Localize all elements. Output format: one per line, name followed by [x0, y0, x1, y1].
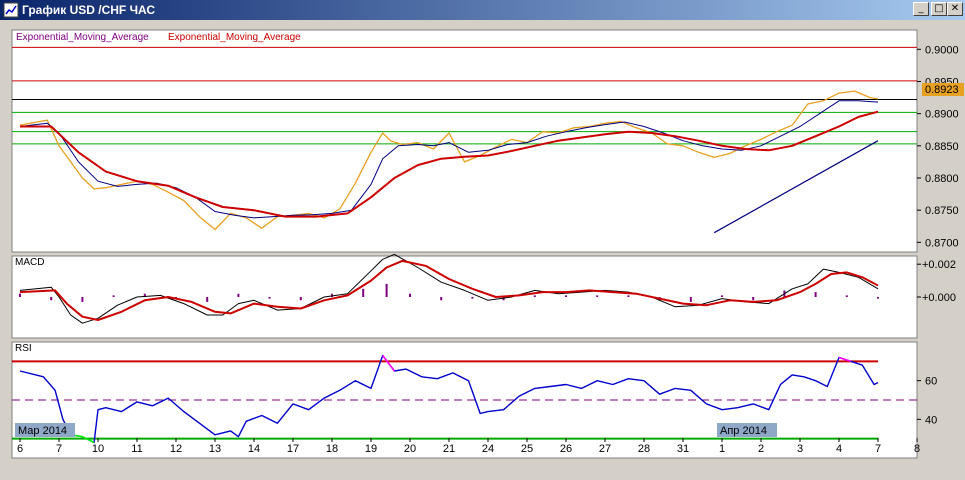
time-tick-label: 17: [287, 443, 299, 455]
close-button[interactable]: ✕: [947, 2, 963, 16]
minimize-button[interactable]: _: [913, 2, 929, 16]
price-y-tick-label: 0.8750: [925, 205, 959, 217]
macd-histogram-bar: [877, 297, 879, 299]
time-tick-label: 20: [404, 443, 416, 455]
macd-histogram-bar: [206, 297, 209, 302]
time-tick-label: 28: [638, 443, 650, 455]
macd-histogram-bar: [268, 297, 271, 299]
time-tick-label: 27: [599, 443, 611, 455]
month-label: Апр 2014: [720, 425, 767, 437]
chart-window-icon: [3, 2, 19, 18]
macd-histogram-bar: [627, 295, 630, 297]
macd-histogram-bar: [385, 283, 388, 297]
macd-histogram-bar: [596, 295, 599, 297]
time-tick-label: 13: [209, 443, 221, 455]
time-tick-label: 8: [914, 443, 920, 455]
title-bar[interactable]: График USD /CHF ЧАС _ □ ✕: [0, 0, 965, 20]
price-y-axis: 0.90000.89500.89000.88500.88000.87500.87…: [917, 44, 959, 249]
macd-histogram-bar: [845, 295, 848, 297]
time-tick-label: 1: [719, 443, 725, 455]
macd-histogram-bar: [362, 288, 365, 297]
price-y-tick-label: 0.8800: [925, 173, 959, 185]
time-tick-label: 14: [248, 443, 260, 455]
time-tick-label: 6: [17, 443, 23, 455]
macd-histogram-bar: [440, 297, 443, 301]
macd-histogram-bar: [81, 297, 84, 302]
legend-ema-slow: Exponential_Moving_Average: [168, 32, 301, 43]
chart-area[interactable]: 0.90000.89500.89000.88500.88000.87500.87…: [0, 20, 965, 480]
macd-histogram-bar: [752, 297, 755, 301]
price-y-tick-label: 0.8900: [925, 109, 959, 121]
current-price-tag: 0.8923: [922, 83, 964, 96]
macd-histogram-bar: [471, 297, 474, 299]
time-tick-label: 25: [521, 443, 533, 455]
chart-window: График USD /CHF ЧАС _ □ ✕ 0.9000 0.8950 0.…: [0, 0, 965, 480]
macd-histogram-bar: [237, 293, 240, 297]
time-tick-label: 11: [131, 443, 142, 455]
time-tick-label: 31: [677, 443, 689, 455]
time-tick-label: 2: [758, 443, 764, 455]
time-tick-label: 21: [443, 443, 455, 455]
price-y-tick-label: 0.8700: [925, 237, 959, 249]
time-tick-label: 7: [56, 443, 62, 455]
macd-histogram-bar: [19, 293, 21, 297]
legend-ema-fast: Exponential_Moving_Average: [16, 32, 149, 43]
price-plot-background: [11, 29, 918, 253]
price-panel: 0.90000.89500.89000.88500.88000.87500.87…: [11, 29, 964, 253]
rsi-y-tick-label: 60: [925, 376, 937, 388]
time-tick-label: 3: [797, 443, 803, 455]
macd-y-axis: +0.002 +0.000: [917, 259, 956, 304]
current-price-label: 0.8923: [925, 84, 959, 96]
time-tick-label: 26: [560, 443, 572, 455]
macd-histogram-bar: [299, 297, 302, 301]
macd-label: MACD: [15, 257, 44, 268]
macd-histogram-bar: [814, 292, 817, 297]
macd-y-tick-label: +0.000: [922, 292, 956, 304]
time-tick-label: 24: [482, 443, 494, 455]
window-title: График USD /CHF ЧАС: [22, 3, 156, 17]
time-tick-label: 7: [875, 443, 881, 455]
rsi-y-tick-label: 40: [925, 414, 937, 426]
restore-button[interactable]: □: [931, 2, 947, 16]
time-tick-label: 19: [365, 443, 377, 455]
rsi-label: RSI: [15, 343, 32, 354]
price-y-tick-label: 0.9000: [925, 44, 959, 56]
macd-y-tick-label: +0.002: [922, 259, 956, 271]
macd-plot-background: [11, 255, 918, 339]
macd-panel: +0.002 +0.000 MACD: [11, 253, 956, 339]
macd-histogram-bar: [112, 295, 115, 297]
macd-histogram-bar: [721, 295, 723, 297]
month-label: Мар 2014: [18, 425, 67, 437]
time-tick-label: 10: [92, 443, 104, 455]
macd-histogram-bar: [533, 295, 536, 297]
price-y-tick-label: 0.8850: [925, 141, 959, 153]
rsi-y-axis: 60 40: [917, 376, 937, 426]
time-tick-label: 18: [326, 443, 338, 455]
time-tick-label: 4: [836, 443, 842, 455]
rsi-panel: 60 40 RSI: [11, 341, 937, 459]
macd-histogram-bar: [409, 293, 411, 297]
macd-histogram-bar: [565, 295, 567, 297]
macd-histogram-bar: [50, 297, 53, 301]
macd-histogram-bar: [689, 297, 692, 302]
time-tick-label: 12: [170, 443, 182, 455]
